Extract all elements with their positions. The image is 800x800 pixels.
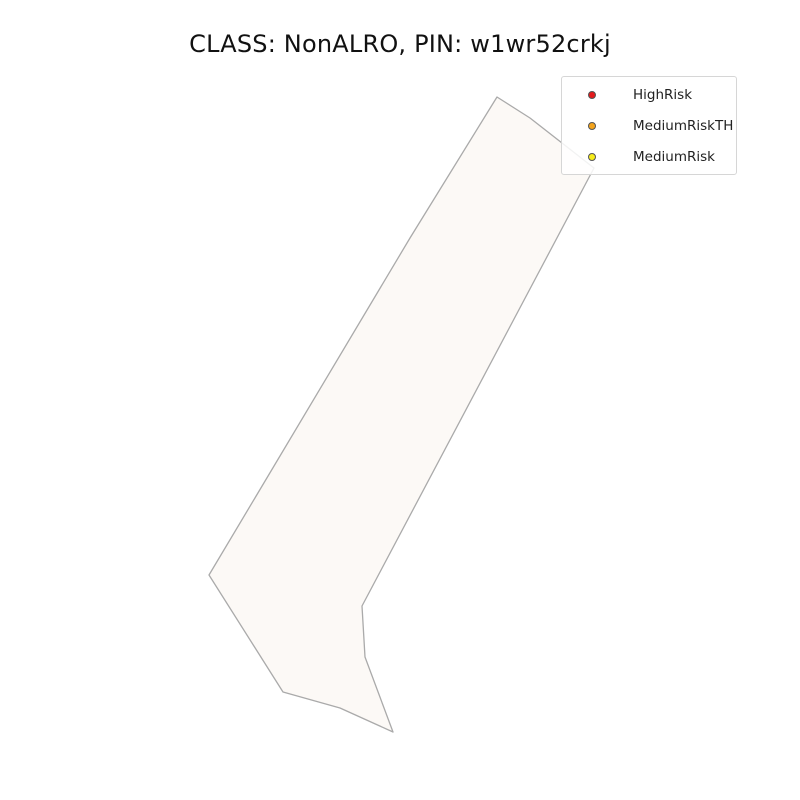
legend-label-highrisk: HighRisk [633,87,693,103]
legend-item-mediumrisk: MediumRisk [562,148,738,168]
legend-item-highrisk: HighRisk [562,86,738,106]
mediumrisk-marker-icon [588,153,596,161]
legend-label-mediumriskth: MediumRiskTH [633,118,734,134]
mediumriskth-marker-icon [588,122,596,130]
map-canvas: CLASS: NonALRO, PIN: w1wr52crkj HighRisk… [0,0,800,800]
highrisk-marker-icon [588,91,596,99]
legend: HighRisk MediumRiskTH MediumRisk [561,76,737,175]
legend-label-mediumrisk: MediumRisk [633,149,715,165]
map-title: CLASS: NonALRO, PIN: w1wr52crkj [189,30,611,58]
parcel-polygon [208,96,595,733]
legend-item-mediumriskth: MediumRiskTH [562,117,738,137]
